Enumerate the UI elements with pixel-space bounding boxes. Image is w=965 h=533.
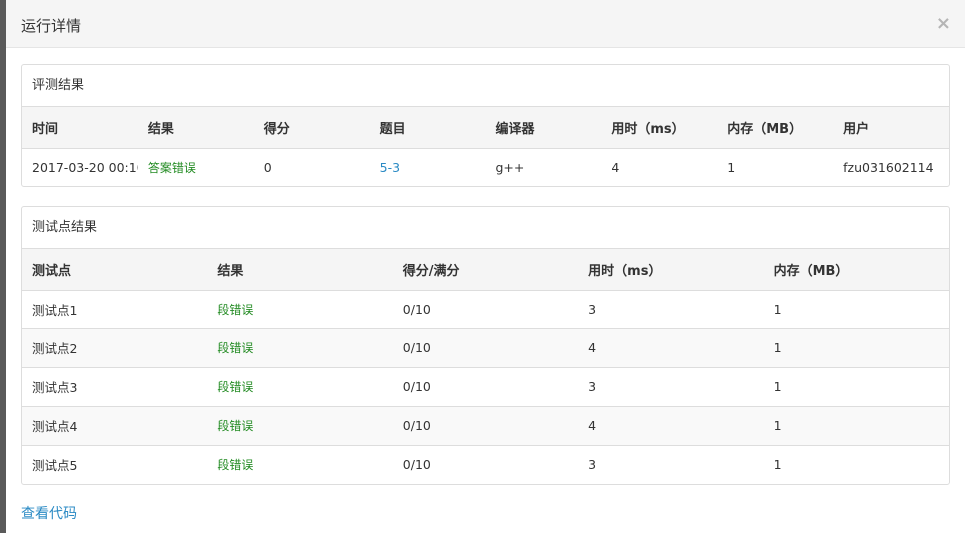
table-row: 2017-03-20 00:10 答案错误 0 5-3 g++ 4 1 fzu0… — [22, 148, 949, 186]
column-header-time: 时间 — [22, 107, 138, 149]
table-row: 测试点3 段错误 0/10 3 1 — [22, 366, 949, 406]
cell-score: 0/10 — [392, 327, 579, 367]
view-code-link[interactable]: 查看代码 — [21, 503, 77, 523]
cell-score: 0/10 — [402, 301, 431, 317]
cell-memory: 1 — [763, 366, 949, 406]
modal-title: 运行详情 — [21, 17, 82, 35]
cell-result: 段错误 — [207, 444, 393, 484]
column-header-memory: 内存（MB） — [717, 107, 834, 149]
run-detail-modal: 运行详情 × 评测结果 时间 结果 得分 题目 编译器 用时（ms） 内存（MB… — [6, 0, 965, 533]
judge-result-table: 时间 结果 得分 题目 编译器 用时（ms） 内存（MB） 用户 2017-03… — [22, 107, 949, 186]
cell-testcase: 测试点4 — [22, 405, 208, 445]
cell-memory: 1 — [773, 301, 782, 317]
table-header-row: 测试点 结果 得分/满分 用时（ms） 内存（MB） — [22, 249, 949, 291]
cell-score: 0/10 — [392, 366, 579, 406]
testcase-table: 测试点 结果 得分/满分 用时（ms） 内存（MB） 测试点1 段错误 0/10… — [22, 249, 949, 484]
cell-time-ms: 3 — [588, 301, 597, 317]
table-row: 测试点2 段错误 0/10 4 1 — [22, 327, 949, 367]
testcase-result-panel: 测试点结果 测试点 结果 得分/满分 用时（ms） 内存（MB） 测试点1 段错… — [21, 206, 950, 485]
cell-score: 0/10 — [392, 444, 579, 484]
column-header-time-ms: 用时（ms） — [578, 249, 764, 291]
judge-result-panel: 评测结果 时间 结果 得分 题目 编译器 用时（ms） 内存（MB） 用户 20… — [21, 64, 950, 187]
cell-score: 0 — [263, 159, 272, 175]
column-header-compiler: 编译器 — [485, 107, 602, 149]
column-header-memory: 内存（MB） — [763, 249, 949, 291]
cell-testcase: 测试点1 — [32, 302, 78, 318]
column-header-user: 用户 — [833, 107, 949, 149]
cell-result: 段错误 — [207, 327, 393, 367]
cell-compiler: g++ — [495, 159, 525, 175]
cell-memory: 1 — [763, 444, 949, 484]
cell-testcase: 测试点2 — [22, 327, 208, 367]
cell-result: 段错误 — [207, 405, 393, 445]
column-header-result: 结果 — [207, 249, 393, 291]
cell-memory: 1 — [763, 327, 949, 367]
table-row: 测试点1 段错误 0/10 3 1 — [22, 290, 949, 328]
cell-memory: 1 — [727, 159, 736, 175]
cell-time-ms: 4 — [578, 327, 764, 367]
column-header-time-ms: 用时（ms） — [601, 107, 718, 149]
cell-time-ms: 3 — [578, 444, 764, 484]
cell-time: 2017-03-20 00:10 — [32, 159, 138, 175]
cell-time-ms: 4 — [578, 405, 764, 445]
cell-time-ms: 4 — [611, 159, 620, 175]
panel-heading: 测试点结果 — [22, 207, 949, 249]
column-header-problem: 题目 — [369, 107, 486, 149]
table-row: 测试点4 段错误 0/10 4 1 — [22, 405, 949, 445]
column-header-result: 结果 — [137, 107, 254, 149]
close-icon[interactable]: × — [936, 13, 951, 35]
cell-result: 段错误 — [207, 366, 393, 406]
cell-result: 答案错误 — [147, 160, 196, 175]
cell-user: fzu031602114 — [843, 159, 934, 175]
cell-score: 0/10 — [392, 405, 579, 445]
column-header-score: 得分 — [253, 107, 370, 149]
cell-memory: 1 — [763, 405, 949, 445]
table-row: 测试点5 段错误 0/10 3 1 — [22, 444, 949, 484]
modal-header: 运行详情 × — [6, 0, 965, 48]
cell-result: 段错误 — [217, 302, 254, 317]
cell-testcase: 测试点3 — [22, 366, 208, 406]
panel-heading: 评测结果 — [22, 65, 949, 107]
problem-link[interactable]: 5-3 — [370, 148, 486, 186]
column-header-score: 得分/满分 — [392, 249, 579, 291]
column-header-testcase: 测试点 — [22, 249, 208, 291]
cell-time-ms: 3 — [578, 366, 764, 406]
cell-testcase: 测试点5 — [22, 444, 208, 484]
table-header-row: 时间 结果 得分 题目 编译器 用时（ms） 内存（MB） 用户 — [22, 107, 949, 149]
